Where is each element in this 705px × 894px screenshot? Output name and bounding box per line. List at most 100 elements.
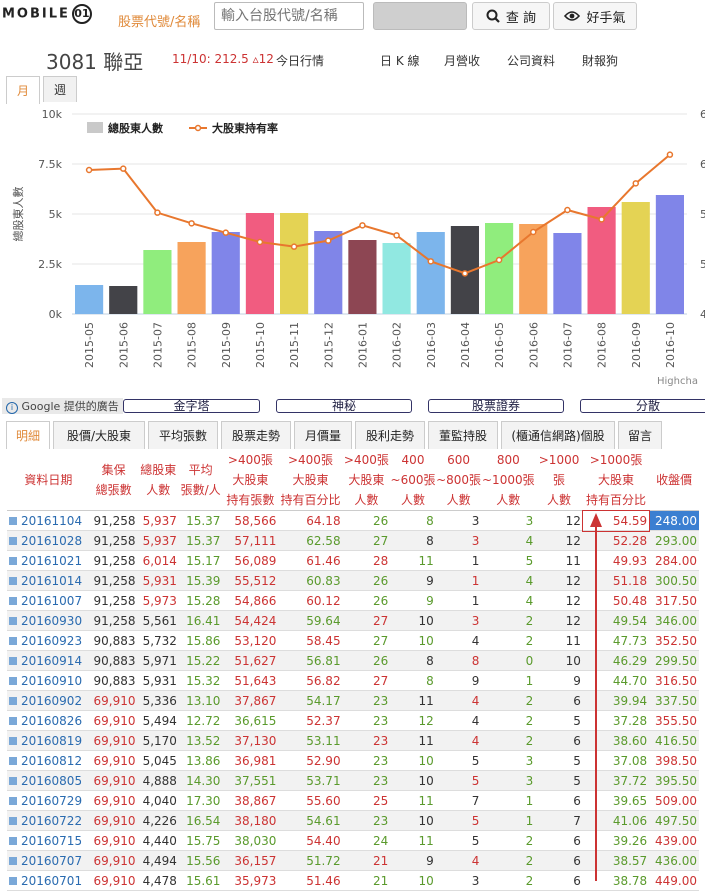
tab-sector-stocks[interactable]: (櫃通信網路)個股: [501, 421, 615, 449]
data-cell: 54.59: [581, 509, 651, 532]
column-header[interactable]: 平均 張數/人: [178, 450, 223, 511]
column-header[interactable]: >1000張 人數: [535, 450, 583, 511]
column-header-line: 人數: [401, 493, 426, 507]
bar: [245, 213, 274, 314]
data-cell: 13.10: [178, 690, 223, 711]
data-cell: 52.90: [278, 750, 343, 771]
x-tick-label: 2016-06: [527, 322, 540, 368]
stock-name: 聯亞: [103, 50, 144, 74]
column-header-line: 持有張數: [226, 493, 275, 507]
data-cell: 4: [435, 850, 482, 871]
data-cell: 11: [535, 630, 583, 651]
column-header-line: 大股東: [348, 473, 385, 487]
column-header[interactable]: 資料日期: [7, 450, 90, 511]
column-header[interactable]: 總股東 人數: [137, 450, 179, 511]
lucky-button[interactable]: 好手氣: [553, 2, 637, 30]
tab-price-trend[interactable]: 股票走勢: [221, 421, 291, 449]
date-text: 20160715: [21, 833, 83, 848]
tab-week[interactable]: 週: [43, 76, 77, 102]
data-cell: 5: [535, 710, 583, 731]
column-header[interactable]: 集保 總張數: [89, 450, 138, 511]
data-cell: 2: [481, 710, 536, 731]
date-text: 20160930: [21, 613, 83, 628]
data-cell: 9: [390, 850, 436, 871]
data-cell: 38.60: [582, 730, 650, 751]
nav-company-info[interactable]: 公司資料: [507, 52, 555, 69]
column-header[interactable]: >400張 大股東 持有百分比: [278, 450, 343, 511]
data-cell: 4: [481, 590, 536, 611]
column-header-line: >400張: [227, 453, 273, 467]
row-marker-icon: [9, 796, 17, 805]
data-cell: 317.50: [649, 590, 699, 611]
row-marker-icon: [9, 736, 17, 745]
data-cell: 15.86: [178, 630, 223, 651]
nav-today[interactable]: 今日行情: [276, 52, 324, 69]
query-button[interactable]: 查 詢: [472, 2, 550, 30]
x-tick-label: 2015-12: [322, 322, 335, 368]
data-cell: 38,867: [222, 790, 279, 811]
ad-link-2[interactable]: 神秘: [276, 399, 412, 413]
data-cell: 60.12: [278, 590, 343, 611]
tab-monthly-volume[interactable]: 月價量: [294, 421, 352, 449]
tab-comments[interactable]: 留言: [618, 421, 662, 449]
tab-detail[interactable]: 明細: [6, 421, 50, 449]
data-cell: 15.17: [178, 550, 223, 571]
column-header[interactable]: 800 ~1000張 人數: [481, 450, 536, 511]
data-cell: 28: [342, 550, 391, 571]
column-header-line: 持有百分比: [586, 493, 647, 507]
data-cell: 37.72: [582, 770, 650, 791]
site-logo[interactable]: MOBILE 01: [2, 4, 92, 24]
row-marker-icon: [9, 576, 17, 585]
data-cell: 5,931: [137, 570, 179, 591]
data-cell: 56.81: [278, 650, 343, 671]
column-header-line: 人數: [446, 493, 471, 507]
tab-director-holdings[interactable]: 董監持股: [428, 421, 498, 449]
column-header-line: 平均: [188, 463, 213, 477]
column-header[interactable]: 收盤價: [649, 450, 699, 511]
line-point: [564, 206, 571, 214]
table-row: 20161014 91,258 5,931 15.39 55,512 60.83 26 9 1 4…: [7, 570, 699, 591]
column-header[interactable]: >1000張 大股東 持有百分比: [582, 450, 650, 511]
data-cell: 50.48: [582, 590, 650, 611]
data-cell[interactable]: 248.00: [649, 510, 699, 531]
ad-link-4[interactable]: 分散: [580, 399, 705, 413]
data-cell: 3: [481, 770, 536, 791]
data-cell: 41.06: [582, 810, 650, 831]
data-cell: 12.72: [178, 710, 223, 731]
date-cell: 20161014: [7, 570, 90, 591]
ad-link-1[interactable]: 金字塔: [123, 399, 260, 413]
nav-monthly-revenue[interactable]: 月營收: [444, 52, 480, 69]
column-header-line: 總張數: [95, 483, 132, 497]
google-ads-label[interactable]: i Google 提供的廣告: [2, 398, 123, 414]
column-header[interactable]: >400張 大股東 持有張數: [222, 450, 279, 511]
column-header[interactable]: 400 ~600張 人數: [390, 450, 436, 511]
search-input[interactable]: [214, 2, 364, 30]
column-header-line: ~800張: [436, 473, 482, 487]
column-header-line: 400: [401, 453, 425, 467]
data-cell: 6: [535, 850, 583, 871]
legend-line-marker: [194, 124, 202, 132]
column-header[interactable]: 600 ~800張 人數: [435, 450, 482, 511]
x-tick-label: 2016-10: [664, 322, 677, 368]
bar: [348, 240, 377, 314]
x-tick-label: 2016-03: [425, 322, 438, 368]
blank-button[interactable]: [373, 2, 467, 30]
bar: [75, 285, 104, 314]
y-tick-label: 5k: [49, 208, 63, 221]
data-cell: 38.57: [582, 850, 650, 871]
ad-link-3[interactable]: 股票證券: [428, 399, 564, 413]
tab-month[interactable]: 月: [6, 76, 40, 104]
data-cell: 3: [435, 530, 482, 551]
tab-avg-lots[interactable]: 平均張數: [148, 421, 218, 449]
nav-financial-dog[interactable]: 財報狗: [582, 52, 618, 69]
nav-daily-k[interactable]: 日 K 線: [380, 52, 420, 69]
column-header[interactable]: >400張 大股東 人數: [342, 450, 391, 511]
column-header-line: >1000張: [589, 453, 643, 467]
data-cell: 91,258: [89, 590, 138, 611]
tab-price-major[interactable]: 股價/大股東: [53, 421, 145, 449]
row-marker-icon: [9, 836, 17, 845]
column-header-line: 人數: [496, 493, 521, 507]
tab-dividend-trend[interactable]: 股利走勢: [355, 421, 425, 449]
data-cell: 39.65: [582, 790, 650, 811]
data-cell: 5,336: [137, 690, 179, 711]
